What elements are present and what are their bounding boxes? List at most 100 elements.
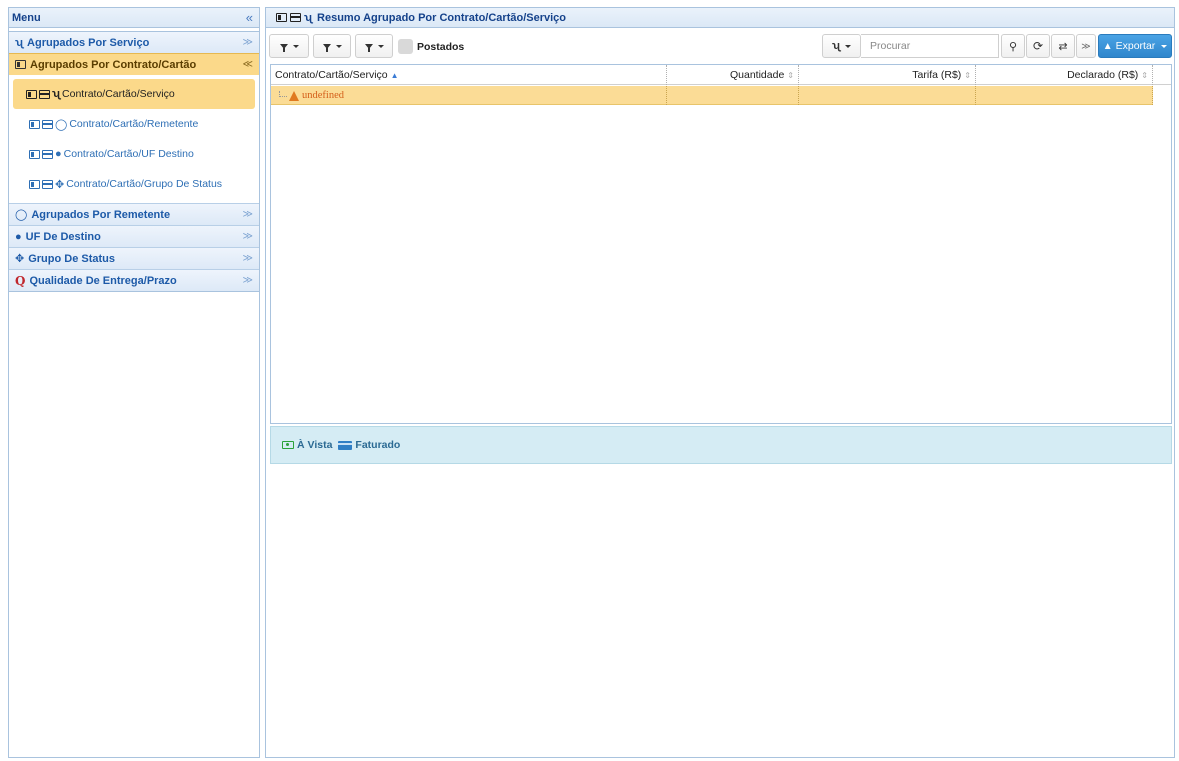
shuffle-button[interactable]: ⇄ [1051, 34, 1075, 58]
menu-item-label: Contrato/Cartão/UF Destino [63, 148, 194, 160]
filter-icon [364, 43, 373, 52]
declarado-cell [976, 86, 1153, 105]
card-icon [290, 13, 301, 22]
search-icon: ⚲ [1008, 40, 1018, 53]
quality-icon: Q [15, 273, 26, 288]
section-agrupados-por-servico[interactable]: ʯ Agrupados Por Serviço ≫ [9, 31, 259, 53]
expand-button[interactable]: ≫ [1076, 34, 1096, 58]
filter-icon [322, 43, 331, 52]
contract-icon [26, 89, 37, 99]
main-panel: ʯ Resumo Agrupado Por Contrato/Cartão/Se… [265, 7, 1175, 758]
menu-item-contrato-cartao-grupo-status[interactable]: ✥ Contrato/Cartão/Grupo De Status [13, 169, 255, 199]
legend-a-vista: À Vista [282, 439, 332, 451]
section-label: UF De Destino [25, 230, 101, 243]
section-agrupados-por-contrato-cartao[interactable]: Agrupados Por Contrato/Cartão ≪ [9, 53, 259, 75]
section-agrupados-por-remetente[interactable]: ◯ Agrupados Por Remetente ≫ [9, 203, 259, 225]
page-title: Resumo Agrupado Por Contrato/Cartão/Serv… [317, 11, 566, 24]
caret-down-icon [377, 44, 384, 48]
column-header-declarado[interactable]: Declarado (R$) ⇕ [976, 65, 1153, 85]
menu-panel: Menu « ʯ Agrupados Por Serviço ≫ Agrupad… [8, 7, 260, 758]
filter-dropdown-3[interactable] [355, 34, 393, 58]
menu-item-contrato-cartao-servico[interactable]: ʯ Contrato/Cartão/Serviço [13, 79, 255, 109]
card-icon [42, 179, 53, 189]
shuffle-icon: ⇄ [1058, 40, 1068, 53]
service-icon: ʯ [831, 40, 841, 52]
user-icon: ◯ [55, 118, 68, 131]
section-contrato-items: ʯ Contrato/Cartão/Serviço ◯ Contrato/Car… [9, 75, 259, 203]
service-icon: ʯ [52, 88, 61, 100]
cash-icon [282, 441, 294, 449]
section-label: Grupo De Status [28, 252, 116, 265]
column-header-quantidade[interactable]: Quantidade ⇕ [667, 65, 799, 85]
sort-icon: ⇕ [1141, 70, 1148, 80]
caret-down-icon [845, 44, 852, 48]
upload-icon: ▲ [1102, 40, 1113, 52]
legend-bar: À Vista Faturado [270, 426, 1172, 464]
chevron-double-down-icon: ≫ [242, 231, 253, 242]
filter-dropdown-2[interactable] [313, 34, 351, 58]
section-label: Agrupados Por Contrato/Cartão [30, 58, 197, 71]
warning-icon [289, 90, 299, 101]
tarifa-cell [799, 86, 976, 105]
section-grupo-de-status[interactable]: ✥ Grupo De Status ≫ [9, 247, 259, 269]
section-label: Agrupados Por Remetente [31, 208, 171, 221]
quantidade-cell [667, 86, 799, 105]
arrows-move-icon: ✥ [55, 178, 65, 191]
chevron-double-down-icon: ≫ [1081, 40, 1091, 51]
menu-accordion: ʯ Agrupados Por Serviço ≫ Agrupados Por … [9, 31, 259, 292]
sort-asc-icon: ▲ [390, 70, 399, 80]
contract-icon [29, 119, 40, 129]
export-label: Exportar [1115, 40, 1156, 52]
refresh-icon: ⟳ [1032, 39, 1044, 53]
section-label: Agrupados Por Serviço [27, 36, 150, 49]
menu-header: Menu « [9, 8, 259, 28]
card-icon [39, 89, 50, 99]
main-header: ʯ Resumo Agrupado Por Contrato/Cartão/Se… [266, 8, 1174, 28]
group-by-dropdown[interactable]: ʯ [822, 34, 861, 58]
section-label: Qualidade De Entrega/Prazo [29, 274, 177, 287]
card-icon [42, 119, 53, 129]
user-icon: ◯ [15, 209, 28, 221]
summary-grid: Contrato/Cartão/Serviço ▲ Quantidade ⇕ T… [270, 64, 1172, 424]
card-icon [42, 149, 53, 159]
collapse-icon[interactable]: « [246, 10, 253, 25]
chevron-double-down-icon: ≫ [242, 275, 253, 286]
chevron-double-up-icon: ≪ [242, 59, 253, 70]
postados-checkbox[interactable] [398, 39, 413, 54]
tree-line [279, 90, 287, 97]
credit-card-icon [338, 440, 353, 450]
contract-icon [276, 13, 287, 22]
service-icon: ʯ [304, 11, 313, 24]
sort-icon: ⇕ [964, 70, 971, 80]
group-cell: undefined [271, 86, 667, 105]
column-header-tarifa[interactable]: Tarifa (R$) ⇕ [799, 65, 976, 85]
map-marker-icon: ● [55, 148, 62, 160]
caret-down-icon [335, 44, 342, 48]
postados-label: Postados [417, 41, 465, 53]
menu-item-label: Contrato/Cartão/Serviço [62, 88, 175, 100]
chevron-double-down-icon: ≫ [242, 253, 253, 264]
export-button[interactable]: ▲ Exportar [1098, 34, 1172, 58]
contract-icon [29, 149, 40, 159]
toolbar: Postados ʯ ⚲ ⟳ ⇄ ≫ ▲ Exportar [269, 34, 1172, 60]
table-row[interactable]: undefined [271, 86, 1153, 105]
filter-dropdown-1[interactable] [269, 34, 309, 58]
search-button[interactable]: ⚲ [1001, 34, 1025, 58]
contract-card-icon [15, 60, 26, 69]
filter-icon [279, 43, 288, 52]
contract-icon [29, 179, 40, 189]
caret-down-icon [1161, 44, 1168, 48]
menu-title: Menu [12, 11, 41, 24]
map-marker-icon: ● [15, 230, 22, 243]
refresh-button[interactable]: ⟳ [1026, 34, 1050, 58]
section-qualidade-entrega-prazo[interactable]: Q Qualidade De Entrega/Prazo ≫ [9, 269, 259, 291]
menu-item-contrato-cartao-remetente[interactable]: ◯ Contrato/Cartão/Remetente [13, 109, 255, 139]
menu-item-contrato-cartao-uf-destino[interactable]: ● Contrato/Cartão/UF Destino [13, 139, 255, 169]
grid-header: Contrato/Cartão/Serviço ▲ Quantidade ⇕ T… [271, 65, 1171, 85]
search-input[interactable] [861, 34, 999, 58]
section-uf-de-destino[interactable]: ● UF De Destino ≫ [9, 225, 259, 247]
column-header-contrato[interactable]: Contrato/Cartão/Serviço ▲ [271, 65, 667, 85]
chevron-double-down-icon: ≫ [242, 209, 253, 220]
menu-item-label: Contrato/Cartão/Grupo De Status [66, 178, 223, 190]
caret-down-icon [292, 44, 299, 48]
